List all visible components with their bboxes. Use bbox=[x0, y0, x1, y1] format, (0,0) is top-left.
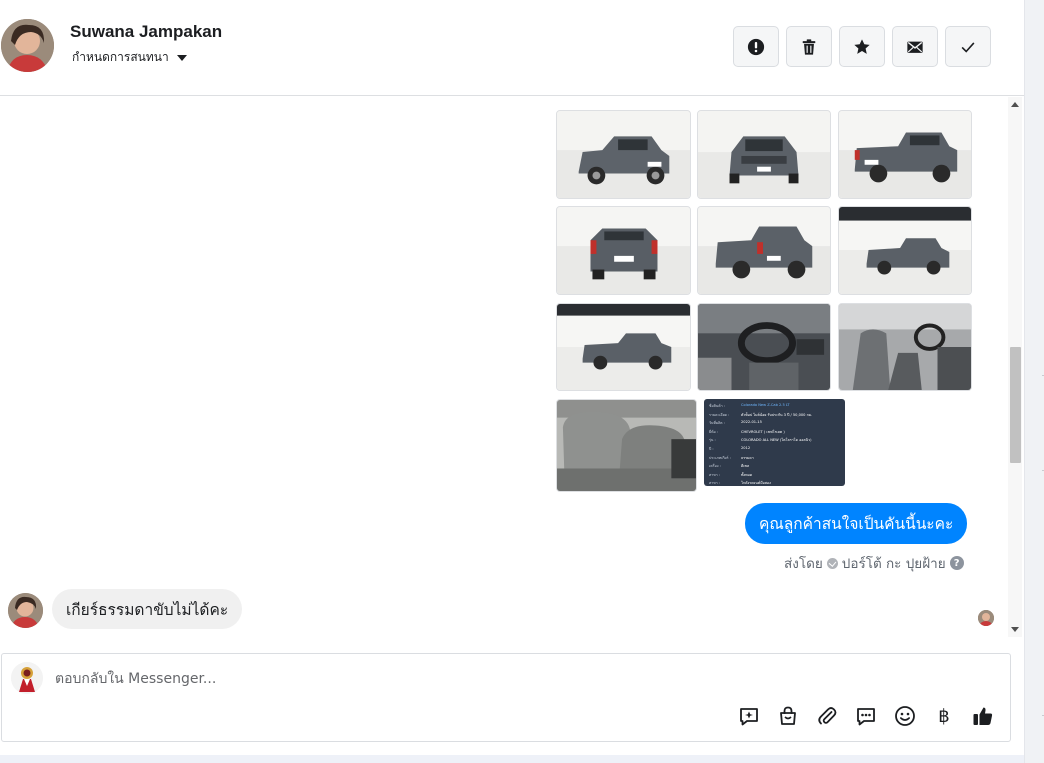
verified-icon bbox=[826, 557, 838, 569]
car-photo-9[interactable] bbox=[838, 303, 972, 391]
doc-row: ประเภทเกียร์ : ธรรมดา bbox=[709, 455, 840, 464]
help-icon[interactable]: ? bbox=[949, 556, 964, 570]
car-photo-3[interactable] bbox=[838, 110, 972, 199]
doc-row-key: ชื่อสินค้า : bbox=[709, 404, 726, 408]
like-button[interactable] bbox=[971, 704, 995, 728]
shop-button[interactable] bbox=[776, 704, 800, 728]
conversation-scrollbar[interactable] bbox=[1008, 97, 1022, 637]
emoji-icon bbox=[895, 706, 915, 726]
saved-replies-button[interactable] bbox=[737, 704, 761, 728]
doc-row-value: 2012 bbox=[741, 445, 751, 450]
attach-button[interactable] bbox=[815, 704, 839, 728]
car-spec-document-photo[interactable]: ชื่อสินค้า : Colorado New Z-Cab 2.5 LT ราย… bbox=[704, 399, 845, 486]
thumbs-up-icon bbox=[973, 707, 993, 725]
mark-unread-button[interactable] bbox=[892, 26, 938, 67]
composer-toolbar: ฿ bbox=[737, 704, 995, 728]
car-photo-7[interactable] bbox=[556, 303, 691, 391]
star-button[interactable] bbox=[839, 26, 885, 67]
trash-icon bbox=[802, 38, 816, 55]
contact-avatar-small[interactable] bbox=[8, 593, 43, 628]
star-icon bbox=[854, 38, 870, 54]
doc-row: รุ่น : COLORADO ALL NEW (โคโลราโด ออลนิว) bbox=[709, 437, 840, 446]
doc-row-key: ปี : bbox=[709, 446, 714, 451]
assign-label: กำหนดการสนทนา bbox=[72, 50, 169, 64]
sent-by-name: ปอร์โต้ กะ ปุยฝ้าย bbox=[841, 556, 946, 572]
emoji-button[interactable] bbox=[893, 704, 917, 728]
doc-row: เครื่อง : ดีเซล bbox=[709, 463, 840, 472]
quick-reply-icon bbox=[857, 708, 875, 726]
doc-row-key: รุ่น : bbox=[709, 438, 716, 443]
paperclip-icon bbox=[818, 707, 837, 725]
window-edge bbox=[1024, 0, 1044, 763]
doc-row-value: ทั้งหมด bbox=[741, 472, 753, 477]
doc-row-key: สาขา : bbox=[709, 481, 721, 486]
doc-row-value: ธรรมดา bbox=[741, 455, 754, 460]
caret-down-icon bbox=[176, 55, 187, 61]
doc-row-value: ดีเซล bbox=[741, 464, 750, 469]
sent-by-prefix: ส่งโดย bbox=[784, 556, 823, 572]
car-photo-8[interactable] bbox=[697, 303, 831, 391]
outgoing-message-bubble[interactable]: คุณลูกค้าสนใจเป็นคันนี้นะคะ bbox=[745, 503, 968, 544]
doc-row-key: รายละเอียด : bbox=[709, 412, 730, 417]
check-icon bbox=[961, 41, 975, 53]
reply-input[interactable] bbox=[55, 668, 655, 690]
header-actions bbox=[733, 26, 991, 67]
contact-avatar[interactable] bbox=[1, 19, 54, 72]
scroll-thumb[interactable] bbox=[1010, 347, 1021, 463]
scroll-down-icon[interactable] bbox=[1011, 627, 1019, 632]
alert-icon bbox=[747, 38, 765, 55]
doc-row: รายละเอียด : ตัวท็อป ไมล์น้อย รับประกัน 3… bbox=[709, 412, 840, 421]
conversation-header: Suwana Jampakan กำหนดการสนทนา bbox=[0, 0, 1024, 96]
doc-row-value: 2022-01-15 bbox=[741, 420, 762, 425]
doc-row: วันที่ผลิต : 2022-01-15 bbox=[709, 420, 840, 429]
shopping-bag-icon bbox=[780, 706, 796, 725]
envelope-icon bbox=[907, 41, 923, 53]
mark-spam-button[interactable] bbox=[733, 26, 779, 67]
doc-row-value: ตัวท็อป ไมล์น้อย รับประกัน 3 ปี / 50,000… bbox=[741, 412, 813, 417]
doc-row-value: CHEVROLET ( เชฟโรเลต ) bbox=[741, 429, 785, 434]
reply-composer: ฿ bbox=[1, 653, 1011, 742]
doc-row-value: โกดังรถยนต์มือสอง bbox=[741, 481, 771, 486]
scroll-up-icon[interactable] bbox=[1011, 102, 1019, 107]
doc-row: ยี่ห้อ : CHEVROLET ( เชฟโรเลต ) bbox=[709, 429, 840, 438]
car-photo-2[interactable] bbox=[697, 110, 831, 199]
car-photo-4[interactable] bbox=[556, 206, 691, 295]
doc-row: สาขา : ทั้งหมด bbox=[709, 472, 840, 481]
baht-icon: ฿ bbox=[938, 705, 950, 727]
contact-name[interactable]: Suwana Jampakan bbox=[70, 22, 222, 42]
page-avatar bbox=[11, 662, 43, 694]
car-photo-1[interactable] bbox=[556, 110, 691, 199]
doc-row-key: เครื่อง : bbox=[709, 464, 721, 469]
doc-row-key: สาขา : bbox=[709, 472, 721, 477]
doc-row: สาขา : โกดังรถยนต์มือสอง bbox=[709, 480, 840, 486]
car-photo-10[interactable] bbox=[556, 399, 697, 492]
doc-row: ชื่อสินค้า : Colorado New Z-Cab 2.5 LT bbox=[709, 403, 840, 412]
doc-row-key: ประเภทเกียร์ : bbox=[709, 455, 731, 460]
doc-row-value: COLORADO ALL NEW (โคโลราโด ออลนิว) bbox=[741, 438, 812, 443]
seen-indicator-avatar bbox=[978, 610, 994, 626]
doc-row-value: Colorado New Z-Cab 2.5 LT bbox=[741, 403, 790, 407]
delete-button[interactable] bbox=[786, 26, 832, 67]
doc-row-key: วันที่ผลิต : bbox=[709, 421, 725, 426]
incoming-message-bubble[interactable]: เกียร์ธรรมดาขับไม่ได้คะ bbox=[52, 589, 243, 629]
car-photo-6[interactable] bbox=[838, 206, 972, 295]
messenger-inbox: Suwana Jampakan กำหนดการสนทนา ชื่อสินค้า… bbox=[0, 0, 1024, 755]
sent-by-label: ส่งโดย ปอร์โต้ กะ ปุยฝ้าย ? bbox=[784, 552, 964, 574]
sparkle-icon bbox=[740, 708, 758, 726]
mark-done-button[interactable] bbox=[945, 26, 991, 67]
assign-conversation-dropdown[interactable]: กำหนดการสนทนา bbox=[72, 48, 187, 67]
doc-row-key: ยี่ห้อ : bbox=[709, 429, 718, 434]
car-photo-5[interactable] bbox=[697, 206, 831, 295]
doc-row: ปี : 2012 bbox=[709, 446, 840, 455]
quick-replies-button[interactable] bbox=[854, 704, 878, 728]
payment-button[interactable]: ฿ bbox=[932, 704, 956, 728]
